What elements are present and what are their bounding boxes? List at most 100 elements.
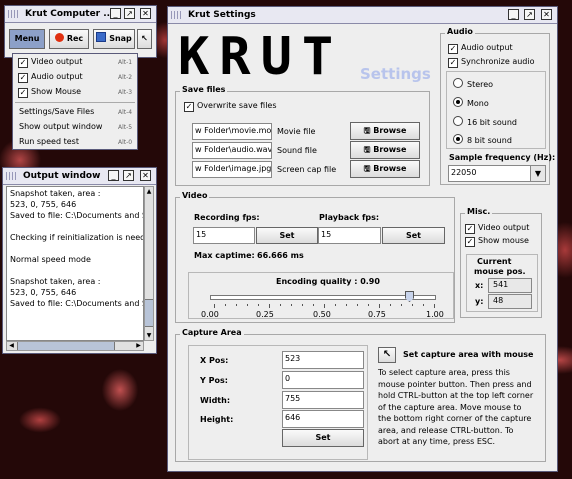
group-title: Save files xyxy=(180,85,228,94)
menu-item-settings[interactable]: Settings/Save Files Alt-4 xyxy=(19,107,135,116)
playback-fps-input[interactable]: 15 xyxy=(318,227,381,244)
image-file-path[interactable]: w Folder\image.jpg xyxy=(192,161,272,178)
xpos-input[interactable]: 523 xyxy=(282,351,364,369)
shortcut-label: Alt-0 xyxy=(118,139,133,146)
pointer-button[interactable]: ↖ xyxy=(137,29,152,49)
mouse-pointer-icon: ↖ xyxy=(382,349,392,360)
menu-item-show-output-window[interactable]: Show output window Alt-5 xyxy=(19,122,135,131)
movie-file-path[interactable]: w Folder\movie.mov xyxy=(192,123,272,140)
sound-file-path[interactable]: w Folder\audio.wav xyxy=(192,142,272,159)
slider-tick xyxy=(401,304,402,306)
maximize-icon[interactable]: ↗ xyxy=(123,170,134,181)
stereo-radio[interactable]: Stereo xyxy=(453,78,493,89)
slider-tick xyxy=(335,304,336,306)
grip-icon xyxy=(171,11,183,19)
horizontal-scrollbar[interactable]: ◀ ▶ xyxy=(6,341,144,351)
rec-button[interactable]: Rec xyxy=(49,29,89,49)
max-captime-label: Max captime: xyxy=(194,251,255,260)
tick-label: 0.75 xyxy=(368,310,386,319)
checkbox-audio-output[interactable]: ✓ xyxy=(18,73,28,83)
minimize-icon[interactable]: _ xyxy=(108,170,119,181)
mouse-pos-label: mouse pos. xyxy=(474,267,526,276)
mono-radio[interactable]: Mono xyxy=(453,97,489,108)
maximize-icon[interactable]: ↗ xyxy=(124,8,135,19)
shortcut-label: Alt-3 xyxy=(118,89,133,96)
scroll-up-icon[interactable]: ▲ xyxy=(145,187,153,196)
checkbox-show-mouse[interactable]: ✓ xyxy=(18,88,28,98)
slider-tick xyxy=(434,304,435,308)
playback-fps-label: Playback fps: xyxy=(319,213,380,222)
snap-button[interactable]: Snap xyxy=(93,29,135,49)
sample-frequency-select[interactable]: 22050 ▼ xyxy=(448,165,546,182)
slider-thumb[interactable] xyxy=(405,291,414,302)
close-icon[interactable]: ✕ xyxy=(140,170,151,181)
browse-movie-button[interactable]: 🖫 Browse xyxy=(350,122,420,140)
audio-output-checkbox[interactable]: ✓ Audio output xyxy=(448,43,513,54)
scroll-left-icon[interactable]: ◀ xyxy=(7,342,16,350)
set-capture-button[interactable]: Set xyxy=(282,429,364,447)
output-log[interactable]: Snapshot taken, area : 523, 0, 755, 646 … xyxy=(6,186,144,341)
scroll-down-icon[interactable]: ▼ xyxy=(145,331,153,340)
scroll-right-icon[interactable]: ▶ xyxy=(134,342,143,350)
overwrite-checkbox[interactable]: ✓ Overwrite save files xyxy=(184,101,277,112)
show-mouse-checkbox[interactable]: ✓ Show mouse xyxy=(465,236,529,247)
capture-area-group: Capture Area X Pos: 523 Y Pos: 0 Width: … xyxy=(175,328,546,462)
menu-item-video-output[interactable]: ✓ Video output Alt-1 xyxy=(18,57,134,68)
slider-tick xyxy=(302,304,303,306)
encoding-quality-slider[interactable] xyxy=(210,291,436,305)
recording-fps-input[interactable]: 15 xyxy=(193,227,255,244)
height-input[interactable]: 646 xyxy=(282,410,364,428)
title-bar[interactable]: Krut Computer ... _ ↗ ✕ xyxy=(5,6,156,23)
vertical-scrollbar[interactable]: ▲ ▼ xyxy=(144,186,154,341)
help-line: the bottom right corner of the capture xyxy=(378,414,532,423)
close-icon[interactable]: ✕ xyxy=(140,8,151,19)
video-output-checkbox[interactable]: ✓ Video output xyxy=(465,223,529,234)
log-line: Saved to file: C:\Documents and S xyxy=(10,299,144,308)
scroll-thumb[interactable] xyxy=(17,342,115,350)
shortcut-label: Alt-4 xyxy=(118,109,133,116)
checkbox-video-output[interactable]: ✓ xyxy=(18,58,28,68)
16bit-radio[interactable]: 16 bit sound xyxy=(453,116,517,127)
8bit-radio[interactable]: 8 bit sound xyxy=(453,134,512,145)
set-recording-fps-button[interactable]: Set xyxy=(256,227,318,244)
help-line: of the capture area. Move mouse to xyxy=(378,402,522,412)
disk-icon: 🖫 xyxy=(363,126,371,135)
slider-tick xyxy=(346,304,347,306)
close-icon[interactable]: ✕ xyxy=(541,9,552,20)
menu-item-audio-output[interactable]: ✓ Audio output Alt-2 xyxy=(18,72,134,83)
max-captime-value: 66.666 ms xyxy=(257,251,304,260)
tick-label: 0.00 xyxy=(201,310,219,319)
title-bar[interactable]: Output window _ ↗ ✕ xyxy=(3,168,156,185)
menu-button[interactable]: Menu xyxy=(9,29,45,49)
ypos-input[interactable]: 0 xyxy=(282,371,364,389)
scroll-thumb[interactable] xyxy=(145,299,153,327)
main-menu-dropdown: ✓ Video output Alt-1 ✓ Audio output Alt-2 … xyxy=(12,53,138,150)
group-title: Capture Area xyxy=(180,328,244,337)
grip-icon xyxy=(6,172,18,180)
y-label: y: xyxy=(475,297,484,306)
set-area-with-mouse-button[interactable]: ↖ xyxy=(378,347,396,363)
set-playback-fps-button[interactable]: Set xyxy=(382,227,445,244)
minimize-icon[interactable]: _ xyxy=(110,8,121,19)
title-bar[interactable]: Krut Settings _ ↗ ✕ xyxy=(168,7,557,24)
log-line: Normal speed mode xyxy=(10,255,91,264)
maximize-icon[interactable]: ↗ xyxy=(524,9,535,20)
minimize-icon[interactable]: _ xyxy=(508,9,519,20)
menu-item-show-mouse[interactable]: ✓ Show Mouse Alt-3 xyxy=(18,87,134,98)
log-line: Saved to file: C:\Documents and S xyxy=(10,211,144,220)
video-group: Video Recording fps: Playback fps: 15 Se… xyxy=(175,191,455,323)
slider-tick xyxy=(368,304,369,306)
browse-sound-button[interactable]: 🖫 Browse xyxy=(350,141,420,159)
slider-tick xyxy=(390,304,391,306)
window-title: Krut Computer ... xyxy=(25,9,114,19)
browse-image-button[interactable]: 🖫 Browse xyxy=(350,160,420,178)
width-input[interactable]: 755 xyxy=(282,391,364,409)
slider-tick xyxy=(291,304,292,306)
synchronize-audio-checkbox[interactable]: ✓ Synchronize audio xyxy=(448,57,534,68)
menu-item-run-speed-test[interactable]: Run speed test Alt-0 xyxy=(19,137,135,146)
chevron-down-icon[interactable]: ▼ xyxy=(530,166,545,181)
slider-tick xyxy=(357,304,358,306)
log-line: 523, 0, 755, 646 xyxy=(10,200,77,209)
output-window: Output window _ ↗ ✕ Snapshot taken, area… xyxy=(2,167,157,354)
